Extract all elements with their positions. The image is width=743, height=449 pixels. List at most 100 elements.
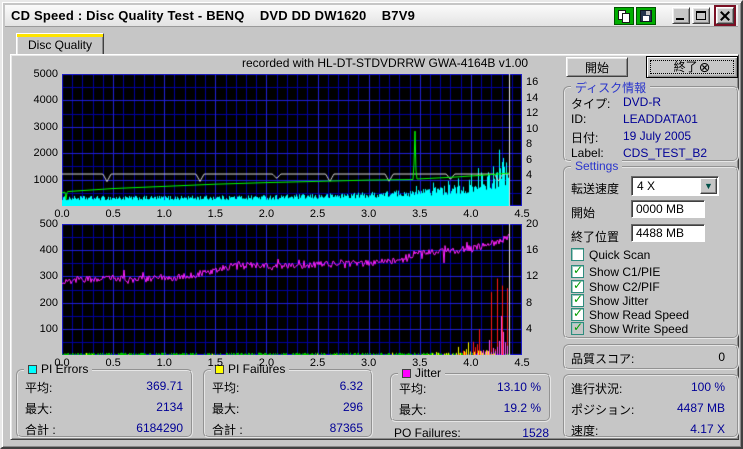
axis-tick-label: 16 [526, 244, 539, 257]
app-window: CD Speed : Disc Quality Test - BENQ DVD … [0, 0, 743, 449]
pie-avg-label: 平均: [25, 381, 53, 395]
quality-score-value: 0 [718, 350, 725, 364]
copy-button[interactable] [614, 6, 634, 25]
disc-info-title: ディスク情報 [571, 79, 651, 96]
axis-tick-label: 400 [39, 244, 58, 257]
axis-tick-label: 4 [526, 322, 533, 335]
disc-date-label: 日付: [571, 131, 599, 145]
speed-select[interactable]: 4 X ▼ [631, 176, 719, 196]
close-button[interactable] [714, 5, 736, 26]
pif-total-label: 合計 : [212, 423, 243, 437]
progress-group: 進行状況: 100 % ポジション: 4487 MB 速度: 4.17 X [563, 374, 739, 438]
show-c2-pif-label: Show C2/PIF [589, 280, 660, 294]
axis-tick-label: 4.5 [514, 357, 530, 369]
end-position-input[interactable] [631, 224, 705, 242]
show-c1-pie-label: Show C1/PIE [589, 265, 661, 279]
close-icon [717, 8, 733, 23]
axis-tick-label: 1.0 [156, 208, 172, 220]
pie-total-label: 合計 : [25, 423, 56, 437]
axis-tick-label: 500 [39, 218, 58, 230]
stop-button[interactable]: 終了⊗ [646, 56, 738, 78]
start-pos-label: 開始 [571, 206, 596, 220]
disc-label-label: Label: [571, 146, 604, 160]
show-write-speed-checkbox[interactable]: ✓ [571, 320, 584, 335]
axis-tick-label: 2.5 [309, 357, 326, 369]
show-write-speed-label: Show Write Speed [589, 322, 689, 336]
axis-tick-label: 4.0 [463, 208, 479, 220]
check-icon: ✓ [573, 306, 584, 320]
tab-label: Disc Quality [27, 38, 92, 52]
axis-tick-label: 0.5 [105, 208, 121, 220]
tab-disc-quality[interactable]: Disc Quality [16, 33, 104, 55]
axis-tick-label: 3.5 [412, 208, 428, 220]
axis-tick-label: 8 [526, 296, 533, 309]
axis-tick-label: 20 [526, 218, 539, 230]
pif-max-value: 296 [342, 400, 363, 414]
start-button[interactable]: 開始 [566, 57, 628, 77]
save-button[interactable] [636, 6, 656, 25]
axis-tick-label: 2.0 [258, 357, 275, 369]
speed-selected-value: 4 X [637, 179, 656, 193]
disc-type-value: DVD-R [623, 95, 661, 109]
show-read-speed-label: Show Read Speed [589, 308, 690, 322]
end-pos-label: 終了位置 [571, 230, 620, 244]
jitter-avg-label: 平均: [399, 382, 427, 396]
axis-tick-label: 2.5 [309, 208, 326, 220]
axis-tick-label: 2000 [33, 147, 58, 160]
disc-date-value: 19 July 2005 [623, 129, 692, 143]
stop-button-label: 終了 [673, 60, 698, 74]
axis-tick-label: 6 [526, 153, 533, 166]
axis-tick-label: 16 [526, 76, 539, 89]
chevron-down-icon[interactable]: ▼ [700, 178, 717, 194]
quality-score-group: 品質スコア: 0 [563, 344, 739, 370]
speed-label: 転送速度 [571, 182, 620, 196]
pif-avg-value: 6.32 [339, 379, 363, 393]
show-jitter-label: Show Jitter [589, 294, 649, 308]
axis-tick-label: 1.0 [156, 357, 172, 369]
jitter-max-label: 最大: [399, 403, 427, 417]
quality-score-label: 品質スコア: [571, 352, 635, 366]
recorded-with-text: recorded with HL-DT-STDVDRRW GWA-4164B v… [242, 56, 529, 70]
axis-tick-label: 1.5 [207, 208, 223, 220]
title-bar[interactable]: CD Speed : Disc Quality Test - BENQ DVD … [5, 5, 738, 27]
axis-tick-label: 100 [39, 322, 58, 335]
check-icon: ✓ [573, 278, 584, 292]
axis-tick-label: 3.0 [361, 357, 377, 369]
maximize-icon [696, 11, 706, 20]
axis-tick-label: 4000 [33, 94, 58, 107]
axis-tick-label: 10 [526, 122, 539, 135]
disc-label-value: CDS_TEST_B2 [623, 146, 708, 160]
axis-tick-label: 3.0 [361, 208, 377, 220]
axis-tick-label: 2.0 [258, 208, 275, 220]
pif-avg-label: 平均: [212, 381, 240, 395]
speed-status-value: 4.17 X [690, 422, 725, 436]
progress-label: 進行状況: [571, 382, 623, 396]
window-title: CD Speed : Disc Quality Test - BENQ DVD … [11, 8, 416, 23]
quick-scan-label: Quick Scan [589, 248, 651, 262]
jitter-group: Jitter 平均: 13.10 % 最大: 19.2 % [390, 366, 551, 422]
disc-id-label: ID: [571, 112, 587, 126]
speed-status-label: 速度: [571, 424, 599, 438]
minimize-button[interactable] [672, 7, 690, 24]
progress-value: 100 % [690, 380, 725, 394]
pi-errors-chart [62, 74, 522, 206]
check-icon: ✓ [573, 320, 584, 334]
settings-title: Settings [571, 159, 623, 173]
pi-errors-legend-swatch [28, 365, 37, 374]
show-c1-pie-checkbox[interactable]: ✓ [571, 263, 584, 278]
pif-total-value: 87365 [329, 421, 363, 435]
quick-scan-checkbox[interactable]: ✓ [571, 248, 584, 261]
axis-tick-label: 300 [39, 270, 58, 283]
maximize-button[interactable] [692, 7, 710, 24]
axis-tick-label: 12 [526, 270, 539, 283]
axis-tick-label: 1000 [33, 173, 58, 186]
axis-tick-label: 14 [526, 91, 539, 104]
disc-type-label: タイプ: [571, 97, 611, 111]
axis-tick-label: 12 [526, 107, 539, 120]
start-position-input[interactable] [631, 200, 705, 218]
stop-icon: ⊗ [698, 59, 711, 75]
check-icon: ✓ [573, 292, 584, 306]
po-failures-label: PO Failures: [394, 426, 461, 440]
pie-avg-value: 369.71 [146, 379, 183, 393]
axis-tick-label: 1.5 [207, 357, 223, 369]
